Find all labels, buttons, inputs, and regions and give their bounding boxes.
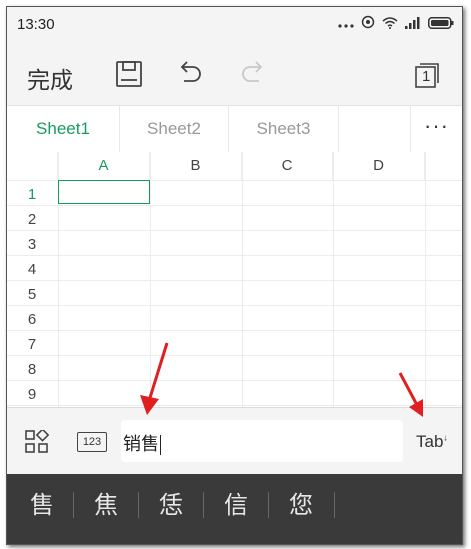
more-dots-icon xyxy=(338,16,354,34)
annotation-arrow-text xyxy=(140,342,169,415)
tab-sheet2[interactable]: Sheet2 xyxy=(120,106,229,152)
signal-icon xyxy=(405,16,421,34)
column-header-b[interactable]: B xyxy=(150,152,242,180)
cell-input-text: 销售 xyxy=(123,434,159,455)
candidate-1[interactable]: 售 xyxy=(10,474,74,536)
cell-text-input[interactable]: 销售 xyxy=(121,420,403,462)
column-header-d[interactable]: D xyxy=(333,152,425,180)
candidate-5[interactable]: 您 xyxy=(269,474,333,536)
text-caret xyxy=(160,435,161,455)
done-button[interactable]: 完成 xyxy=(27,61,73,95)
tab-arrow-icon: ↓ xyxy=(443,432,448,443)
column-header-a[interactable]: A xyxy=(58,152,150,180)
row-header-6[interactable]: 6 xyxy=(7,311,57,328)
selected-cell-a1[interactable] xyxy=(58,180,150,204)
cell-input-bar: 123 销售 Tab↓ xyxy=(7,407,462,475)
row-header-7[interactable]: 7 xyxy=(7,336,57,353)
tab-key-button[interactable]: Tab↓ xyxy=(416,432,448,452)
cell-input-text-wrap: 销售 xyxy=(123,430,161,456)
toolbar: 完成 1 xyxy=(7,43,462,105)
sheet-count-label: 1 xyxy=(422,68,431,85)
more-tabs-button[interactable]: ··· xyxy=(410,106,462,152)
row-header-1[interactable]: 1 xyxy=(7,186,57,203)
candidate-3[interactable]: 恁 xyxy=(139,474,203,536)
sheet-count-icon[interactable]: 1 xyxy=(411,57,445,91)
candidate-4[interactable]: 信 xyxy=(204,474,268,536)
phone-screen: 13:30 完成 1 Sheet1 Sheet2 Sheet3 ··· A B … xyxy=(6,6,463,545)
corner-cell[interactable] xyxy=(7,152,58,180)
row-header-3[interactable]: 3 xyxy=(7,236,57,253)
status-time: 13:30 xyxy=(17,16,55,33)
row-header-2[interactable]: 2 xyxy=(7,211,57,228)
tab-sheet3[interactable]: Sheet3 xyxy=(229,106,339,152)
battery-icon xyxy=(428,16,454,34)
undo-icon[interactable] xyxy=(173,57,207,91)
save-icon[interactable] xyxy=(112,57,146,91)
redo-icon[interactable] xyxy=(236,57,270,91)
column-header-c[interactable]: C xyxy=(242,152,333,180)
row-header-5[interactable]: 5 xyxy=(7,286,57,303)
ime-candidate-bar: 售 焦 恁 信 您 xyxy=(7,474,462,544)
tab-sheet1[interactable]: Sheet1 xyxy=(7,106,120,152)
row-header-8[interactable]: 8 xyxy=(7,361,57,378)
wifi-icon xyxy=(382,16,398,34)
row-header-4[interactable]: 4 xyxy=(7,261,57,278)
function-grid-icon[interactable] xyxy=(25,428,50,459)
candidate-2[interactable]: 焦 xyxy=(74,474,138,536)
hotspot-icon xyxy=(361,15,375,34)
status-icons xyxy=(338,15,454,34)
sheet-tabs: Sheet1 Sheet2 Sheet3 ··· xyxy=(7,105,462,153)
row-header-9[interactable]: 9 xyxy=(7,386,57,403)
annotation-arrow-tab xyxy=(398,372,423,417)
status-bar: 13:30 xyxy=(7,7,462,43)
numeric-keyboard-button[interactable]: 123 xyxy=(77,432,107,452)
tab-key-label: Tab xyxy=(416,432,444,451)
